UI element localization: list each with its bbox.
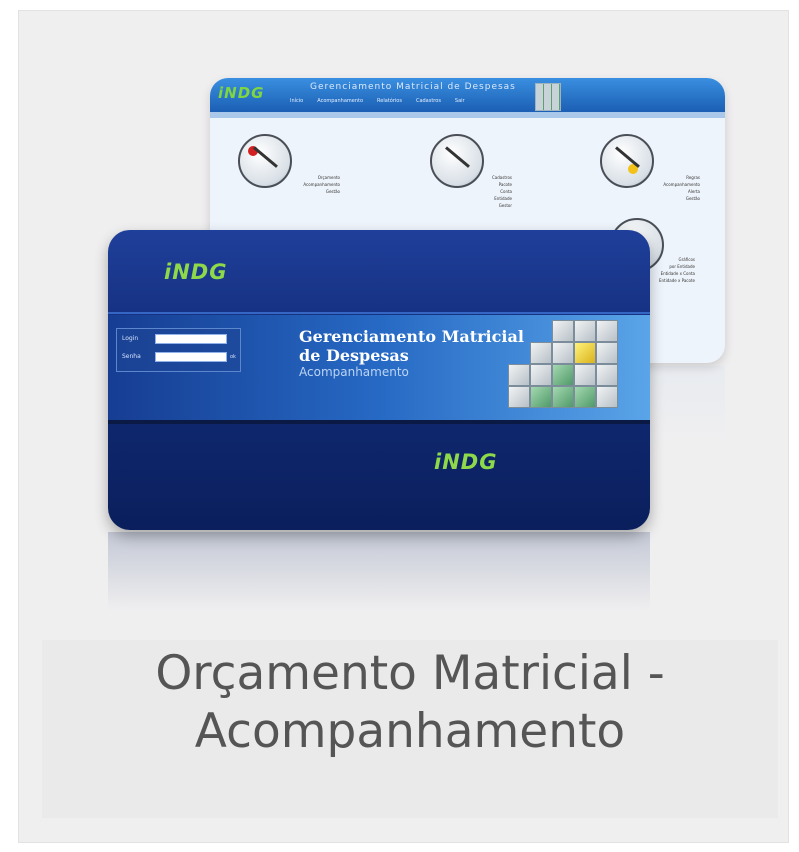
back-link: Acompanhamento <box>663 182 700 187</box>
cube <box>530 386 552 408</box>
cube <box>596 386 618 408</box>
login-panel: Login Senha ok <box>116 328 241 372</box>
cube <box>574 364 596 386</box>
password-label: Senha <box>122 353 141 360</box>
cube <box>574 320 596 342</box>
back-link: Gestão <box>325 189 340 194</box>
front-screenshot: iNDG Login Senha ok Gerenciamento Matric… <box>108 230 650 530</box>
back-item-label: Cadastros <box>492 175 512 180</box>
login-label: Login <box>122 335 139 342</box>
back-menu-item: Acompanhamento <box>317 98 364 104</box>
password-field[interactable] <box>155 352 227 362</box>
divider <box>108 312 650 314</box>
cubes-icon <box>508 318 620 422</box>
front-logo-top: iNDG <box>164 260 228 284</box>
back-link: Gestão <box>685 196 700 201</box>
back-item-label: Regras <box>686 175 700 180</box>
cube <box>596 364 618 386</box>
back-item-label: Orçamento <box>317 175 340 180</box>
cube <box>530 342 552 364</box>
back-link: Pacote <box>498 182 512 187</box>
cubes-icon <box>535 83 561 111</box>
cube <box>552 320 574 342</box>
cube <box>508 386 530 408</box>
back-link: Gestor <box>498 203 512 208</box>
caption-line2: Acompanhamento <box>194 704 626 759</box>
back-menu-item: Sair <box>454 98 465 104</box>
cube <box>596 320 618 342</box>
cube <box>552 364 574 386</box>
pen-icon <box>615 146 640 168</box>
cube <box>508 364 530 386</box>
app-subtitle: Acompanhamento <box>299 365 409 379</box>
back-menu: Início Acompanhamento Relatórios Cadastr… <box>290 98 465 104</box>
cube <box>596 342 618 364</box>
back-logo: iNDG <box>218 84 265 102</box>
back-links-group-3: Regras Acompanhamento Alerta Gestão <box>620 174 700 202</box>
cube <box>530 364 552 386</box>
back-link: Acompanhamento <box>303 182 340 187</box>
cube <box>574 342 596 364</box>
pen-icon <box>253 146 278 168</box>
pen-icon <box>445 146 470 168</box>
front-screenshot-reflection <box>108 532 650 612</box>
back-menu-item: Relatórios <box>377 98 402 104</box>
caption-line1: Orçamento Matricial - <box>155 646 665 701</box>
back-links-group-1: Orçamento Acompanhamento Gestão <box>260 174 340 195</box>
ok-button[interactable]: ok <box>230 354 236 360</box>
back-menu-item: Cadastros <box>415 98 441 104</box>
app-title-line2: de Despesas <box>299 346 409 365</box>
back-menu-item: Início <box>290 98 304 104</box>
front-logo-bottom: iNDG <box>434 450 498 474</box>
cube <box>552 342 574 364</box>
product-caption[interactable]: Orçamento Matricial - Acompanhamento <box>42 645 778 761</box>
back-subbar <box>210 112 725 118</box>
cube <box>574 386 596 408</box>
login-field[interactable] <box>155 334 227 344</box>
back-links-group-2: Cadastros Pacote Conta Entidade Gestor <box>432 174 512 209</box>
app-title-line1: Gerenciamento Matricial <box>299 327 524 346</box>
back-link: Conta <box>500 189 512 194</box>
cube <box>552 386 574 408</box>
back-link: Alerta <box>688 189 700 194</box>
back-app-title: Gerenciamento Matricial de Despesas <box>310 82 516 92</box>
back-link: Entidade <box>494 196 512 201</box>
